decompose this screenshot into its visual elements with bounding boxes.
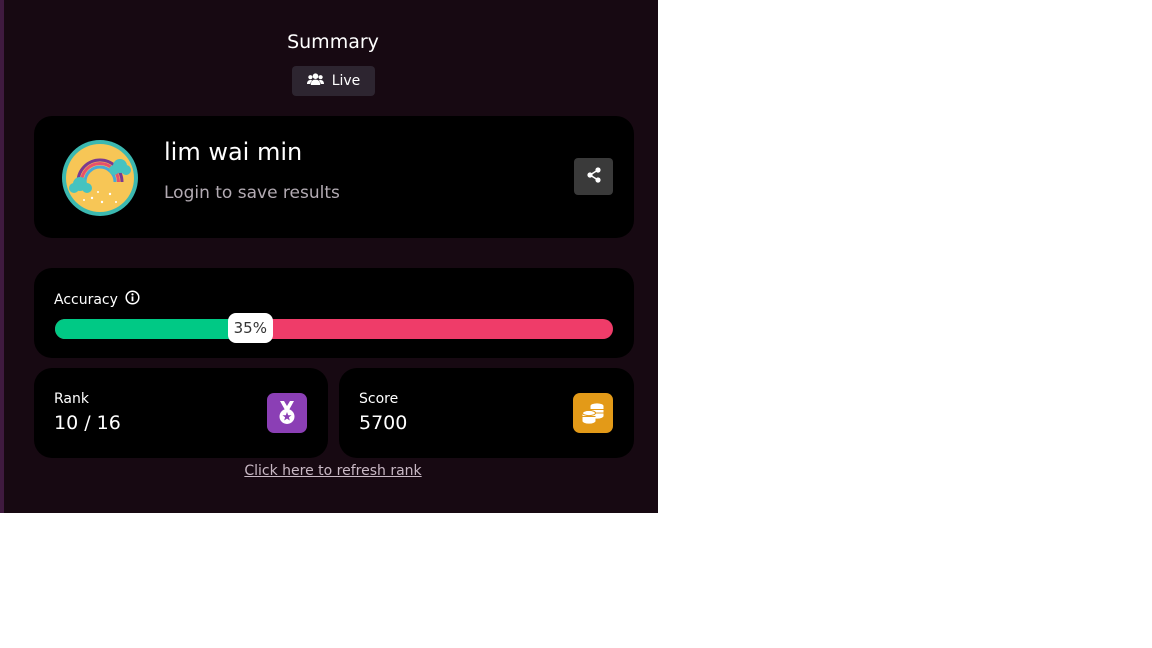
page-title: Summary bbox=[287, 31, 379, 53]
users-icon bbox=[306, 73, 324, 89]
refresh-rank-link[interactable]: Click here to refresh rank bbox=[0, 463, 666, 479]
share-button[interactable] bbox=[574, 158, 613, 195]
share-icon bbox=[586, 166, 602, 187]
medal-icon bbox=[267, 393, 307, 433]
score-label: Score bbox=[359, 391, 399, 407]
score-value: 5700 bbox=[359, 412, 408, 434]
accuracy-label: Accuracy bbox=[54, 291, 118, 308]
mode-label: Live bbox=[331, 73, 361, 89]
info-icon[interactable] bbox=[125, 290, 140, 309]
rank-value: 10 / 16 bbox=[54, 412, 121, 434]
rank-label: Rank bbox=[54, 391, 89, 407]
rank-card: Rank 10 / 16 bbox=[34, 368, 328, 458]
accuracy-bar-correct-fill bbox=[55, 319, 251, 339]
panel-left-edge bbox=[0, 0, 4, 513]
accuracy-bar bbox=[55, 319, 613, 339]
accuracy-percent-pill: 35% bbox=[227, 313, 273, 343]
player-name: lim wai min bbox=[164, 138, 303, 166]
live-mode-badge: Live bbox=[292, 66, 375, 96]
coins-icon bbox=[573, 393, 613, 433]
rainbow-avatar-icon bbox=[62, 140, 138, 216]
player-card: lim wai min Login to save results bbox=[34, 116, 634, 238]
score-card: Score 5700 bbox=[339, 368, 634, 458]
summary-panel: Summary Live lim wai min Login to save r… bbox=[0, 0, 658, 513]
login-prompt[interactable]: Login to save results bbox=[164, 183, 340, 203]
accuracy-card: Accuracy 35% bbox=[34, 268, 634, 358]
accuracy-label-row: Accuracy bbox=[54, 290, 140, 309]
